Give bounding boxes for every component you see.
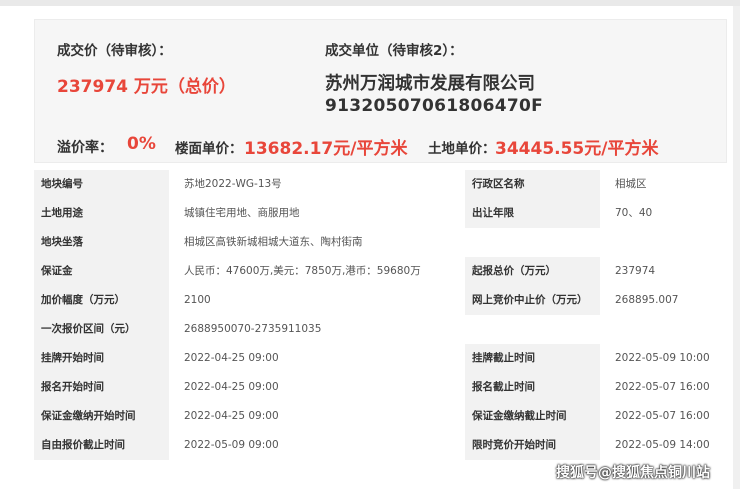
table-row: 自由报价截止时间 2022-05-09 09:00 限时竞价开始时间 2022-… (34, 431, 727, 460)
field-value: 2022-05-09 10:00 (600, 344, 727, 373)
deal-price-value: 237974 万元（总价） (57, 77, 236, 97)
field-value: 相城区高铁新城相城大道东、陶村街南 (169, 228, 727, 257)
field-value: 2022-05-07 16:00 (600, 373, 727, 402)
land-price-label: 土地单价： (428, 141, 496, 157)
field-value: 237974 (600, 257, 727, 286)
deal-price-label: 成交价（待审核）： (57, 43, 172, 59)
field-value: 2022-05-07 16:00 (600, 402, 727, 431)
floor-price-label: 楼面单价： (175, 141, 243, 157)
field-value: 70、40 (600, 199, 727, 228)
winning-company-name: 苏州万润城市发展有限公司 (325, 74, 535, 94)
field-value: 2100 (169, 286, 465, 315)
field-value: 苏地2022-WG-13号 (169, 170, 465, 199)
premium-rate-value: 0% (127, 134, 156, 154)
field-label: 报名开始时间 (34, 373, 169, 402)
table-row: 地块编号 苏地2022-WG-13号 行政区名称 相城区 (34, 170, 727, 199)
field-label: 挂牌开始时间 (34, 344, 169, 373)
table-row: 地块坐落 相城区高铁新城相城大道东、陶村街南 (34, 228, 727, 257)
field-label: 挂牌截止时间 (465, 344, 600, 373)
field-label: 一次报价区间（元） (34, 315, 169, 344)
field-value: 2022-04-25 09:00 (169, 344, 465, 373)
field-label: 网上竞价中止价（万元） (465, 286, 600, 315)
field-label: 地块编号 (34, 170, 169, 199)
field-value: 2022-04-25 09:00 (169, 402, 465, 431)
table-row: 土地用途 城镇住宅用地、商服用地 出让年限 70、40 (34, 199, 727, 228)
table-row: 保证金 人民币：47600万,美元：7850万,港币：59680万 起报总价（万… (34, 257, 727, 286)
field-label: 自由报价截止时间 (34, 431, 169, 460)
source-watermark: 搜狐号@搜狐焦点铜川站 (556, 465, 710, 481)
field-label: 加价幅度（万元） (34, 286, 169, 315)
field-label: 土地用途 (34, 199, 169, 228)
field-label: 保证金 (34, 257, 169, 286)
field-value: 相城区 (600, 170, 727, 199)
field-label: 限时竞价开始时间 (465, 431, 600, 460)
table-row: 保证金缴纳开始时间 2022-04-25 09:00 保证金缴纳截止时间 202… (34, 402, 727, 431)
winning-company-code: 91320507061806470F (325, 96, 544, 116)
land-price-value: 34445.55元/平方米 (495, 139, 659, 159)
top-bar (0, 0, 740, 6)
field-value: 2688950070-2735911035 (169, 315, 727, 344)
scroll-track (733, 6, 740, 489)
field-value: 城镇住宅用地、商服用地 (169, 199, 465, 228)
field-label: 保证金缴纳开始时间 (34, 402, 169, 431)
premium-rate-label: 溢价率： (57, 140, 113, 156)
field-value: 2022-05-09 09:00 (169, 431, 465, 460)
table-row: 挂牌开始时间 2022-04-25 09:00 挂牌截止时间 2022-05-0… (34, 344, 727, 373)
field-label: 行政区名称 (465, 170, 600, 199)
table-row: 加价幅度（万元） 2100 网上竞价中止价（万元） 268895.007 (34, 286, 727, 315)
floor-price-value: 13682.17元/平方米 (244, 139, 408, 159)
field-label: 保证金缴纳截止时间 (465, 402, 600, 431)
table-row: 一次报价区间（元） 2688950070-2735911035 (34, 315, 727, 344)
table-row: 报名开始时间 2022-04-25 09:00 报名截止时间 2022-05-0… (34, 373, 727, 402)
field-value: 2022-04-25 09:00 (169, 373, 465, 402)
field-label: 出让年限 (465, 199, 600, 228)
field-label: 报名截止时间 (465, 373, 600, 402)
winning-unit-label: 成交单位（待审核2）： (325, 43, 463, 59)
deal-summary-panel: 成交价（待审核）： 237974 万元（总价） 成交单位（待审核2）： 苏州万润… (34, 19, 727, 163)
field-label: 地块坐落 (34, 228, 169, 257)
field-value: 2022-05-09 14:00 (600, 431, 727, 460)
field-value: 人民币：47600万,美元：7850万,港币：59680万 (169, 257, 465, 286)
field-label: 起报总价（万元） (465, 257, 600, 286)
field-value: 268895.007 (600, 286, 727, 315)
